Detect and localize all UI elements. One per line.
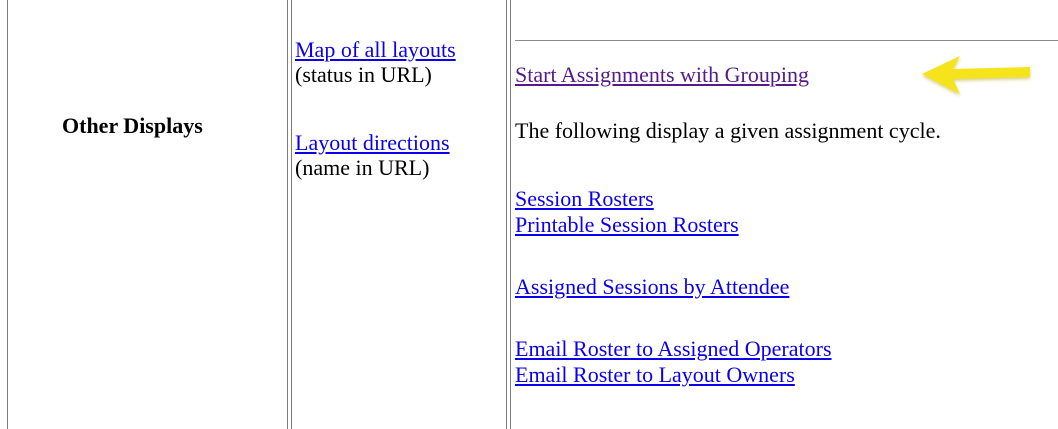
table-border-left [7,0,8,429]
section-separator [515,40,1058,41]
column-divider-2 [506,0,507,429]
session-rosters-link[interactable]: Session Rosters [515,186,654,211]
email-roster-owners-link[interactable]: Email Roster to Layout Owners [515,362,795,387]
layout-directions-link[interactable]: Layout directions [295,130,450,155]
column-divider-1b [291,0,292,429]
column-divider-1 [287,0,288,429]
cycle-description: The following display a given assignment… [515,118,941,143]
map-of-all-layouts-note: (status in URL) [295,62,432,87]
email-roster-operators-link[interactable]: Email Roster to Assigned Operators [515,336,832,361]
layout-directions-note: (name in URL) [295,155,430,180]
start-assignments-grouping-link[interactable]: Start Assignments with Grouping [515,62,809,87]
assigned-sessions-by-attendee-link[interactable]: Assigned Sessions by Attendee [515,274,789,299]
map-of-all-layouts-link[interactable]: Map of all layouts [295,37,456,62]
layout-directions-entry: Layout directions (name in URL) [295,130,450,180]
column-divider-2b [510,0,511,429]
layout-map-entry: Map of all layouts (status in URL) [295,37,456,87]
printable-session-rosters-link[interactable]: Printable Session Rosters [515,212,739,237]
row-label-other-displays: Other Displays [62,113,203,138]
yellow-arrow-icon [922,56,1030,94]
